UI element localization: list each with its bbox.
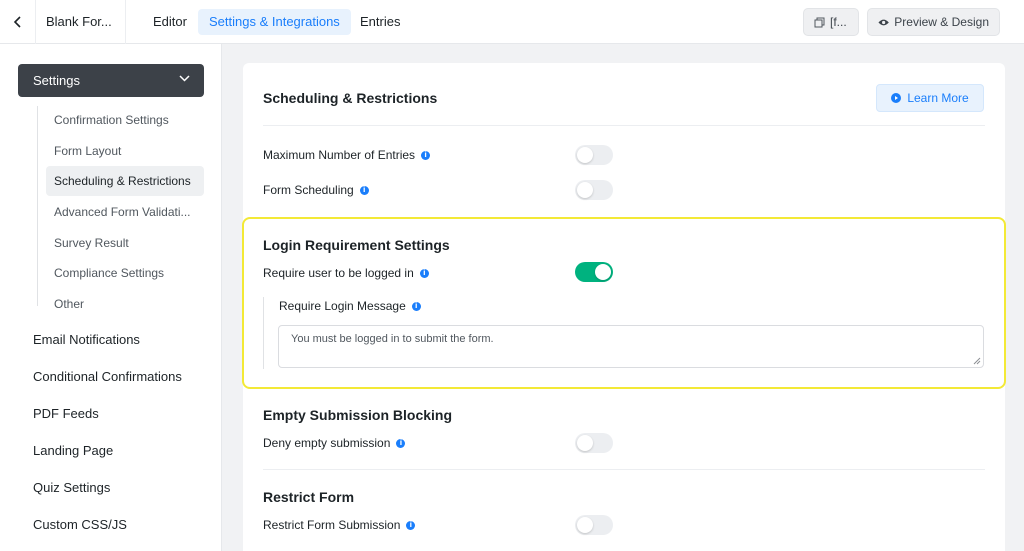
login-message-text: Require Login Message: [279, 299, 406, 313]
sidebar-item-pdf-feeds[interactable]: PDF Feeds: [33, 406, 99, 421]
preview-design-label: Preview & Design: [894, 15, 989, 29]
sidebar-item-custom-css-js[interactable]: Custom CSS/JS: [33, 517, 127, 532]
chevron-down-icon: [179, 75, 190, 82]
tab-editor[interactable]: Editor: [142, 9, 198, 35]
sidebar-item-survey-result[interactable]: Survey Result: [46, 228, 204, 258]
divider: [263, 469, 985, 470]
form-scheduling-toggle[interactable]: [575, 180, 613, 200]
page-title: Scheduling & Restrictions: [263, 90, 438, 106]
back-button[interactable]: [0, 0, 36, 44]
settings-card: Scheduling & Restrictions Learn More Max…: [242, 63, 1006, 551]
sidebar-item-quiz-settings[interactable]: Quiz Settings: [33, 480, 110, 495]
sidebar-item-email-notifications[interactable]: Email Notifications: [33, 332, 140, 347]
toggle-knob: [577, 147, 593, 163]
info-icon[interactable]: i: [421, 150, 431, 160]
require-login-text: Require user to be logged in: [263, 266, 414, 280]
preview-design-button[interactable]: Preview & Design: [867, 8, 1000, 36]
toggle-knob: [577, 435, 593, 451]
shortcode-label: [f...: [830, 15, 847, 29]
indent-guide-line: [263, 297, 264, 369]
require-login-toggle[interactable]: [575, 262, 613, 282]
toggle-knob: [577, 182, 593, 198]
info-icon[interactable]: i: [419, 268, 429, 278]
sidebar-item-other[interactable]: Other: [46, 289, 204, 319]
resize-grip-icon[interactable]: [973, 357, 981, 365]
copy-icon: [814, 17, 825, 27]
sidebar-item-conditional-confirmations[interactable]: Conditional Confirmations: [33, 369, 182, 384]
form-name[interactable]: Blank For...: [36, 0, 126, 44]
deny-empty-text: Deny empty submission: [263, 436, 391, 450]
sidebar: Settings Confirmation Settings Form Layo…: [0, 44, 222, 551]
require-login-label: Require user to be logged in i: [263, 266, 429, 280]
shortcode-button[interactable]: [f...: [803, 8, 859, 36]
top-bar: Blank For... Editor Settings & Integrati…: [0, 0, 1024, 44]
restrict-form-title: Restrict Form: [263, 489, 355, 505]
deny-empty-label: Deny empty submission i: [263, 436, 406, 450]
login-section-title: Login Requirement Settings: [263, 237, 450, 253]
settings-label: Settings: [33, 73, 80, 88]
toggle-knob: [595, 264, 611, 280]
info-icon[interactable]: i: [396, 438, 406, 448]
login-message-textarea[interactable]: You must be logged in to submit the form…: [278, 325, 984, 368]
sidebar-item-scheduling-restrictions[interactable]: Scheduling & Restrictions: [46, 166, 204, 196]
info-icon[interactable]: i: [359, 185, 369, 195]
max-entries-text: Maximum Number of Entries: [263, 148, 416, 162]
empty-submission-title: Empty Submission Blocking: [263, 407, 453, 423]
toggle-knob: [577, 517, 593, 533]
max-entries-label: Maximum Number of Entries i: [263, 148, 431, 162]
form-scheduling-label: Form Scheduling i: [263, 183, 369, 197]
sidebar-item-advanced-form-validation[interactable]: Advanced Form Validati...: [46, 197, 204, 227]
form-scheduling-text: Form Scheduling: [263, 183, 354, 197]
divider: [263, 125, 985, 126]
eye-icon: [878, 19, 889, 25]
play-circle-icon: [891, 93, 902, 103]
info-icon[interactable]: i: [406, 520, 416, 530]
restrict-submission-text: Restrict Form Submission: [263, 518, 401, 532]
max-entries-toggle[interactable]: [575, 145, 613, 165]
tab-settings-integrations[interactable]: Settings & Integrations: [198, 9, 351, 35]
learn-more-button[interactable]: Learn More: [876, 84, 984, 112]
sidebar-item-form-layout[interactable]: Form Layout: [46, 136, 204, 166]
sidebar-item-landing-page[interactable]: Landing Page: [33, 443, 113, 458]
login-message-label: Require Login Message i: [279, 299, 421, 313]
learn-more-label: Learn More: [907, 91, 969, 105]
login-message-value: You must be logged in to submit the form…: [291, 333, 494, 345]
tab-entries[interactable]: Entries: [349, 9, 411, 35]
restrict-submission-label: Restrict Form Submission i: [263, 518, 416, 532]
sidebar-item-compliance-settings[interactable]: Compliance Settings: [46, 258, 204, 288]
restrict-submission-toggle[interactable]: [575, 515, 613, 535]
info-icon[interactable]: i: [411, 301, 421, 311]
sidebar-item-confirmation-settings[interactable]: Confirmation Settings: [46, 105, 204, 135]
submenu-guide-line: [37, 106, 38, 306]
settings-menu-toggle[interactable]: Settings: [18, 64, 204, 97]
chevron-left-icon: [13, 16, 21, 28]
deny-empty-toggle[interactable]: [575, 433, 613, 453]
